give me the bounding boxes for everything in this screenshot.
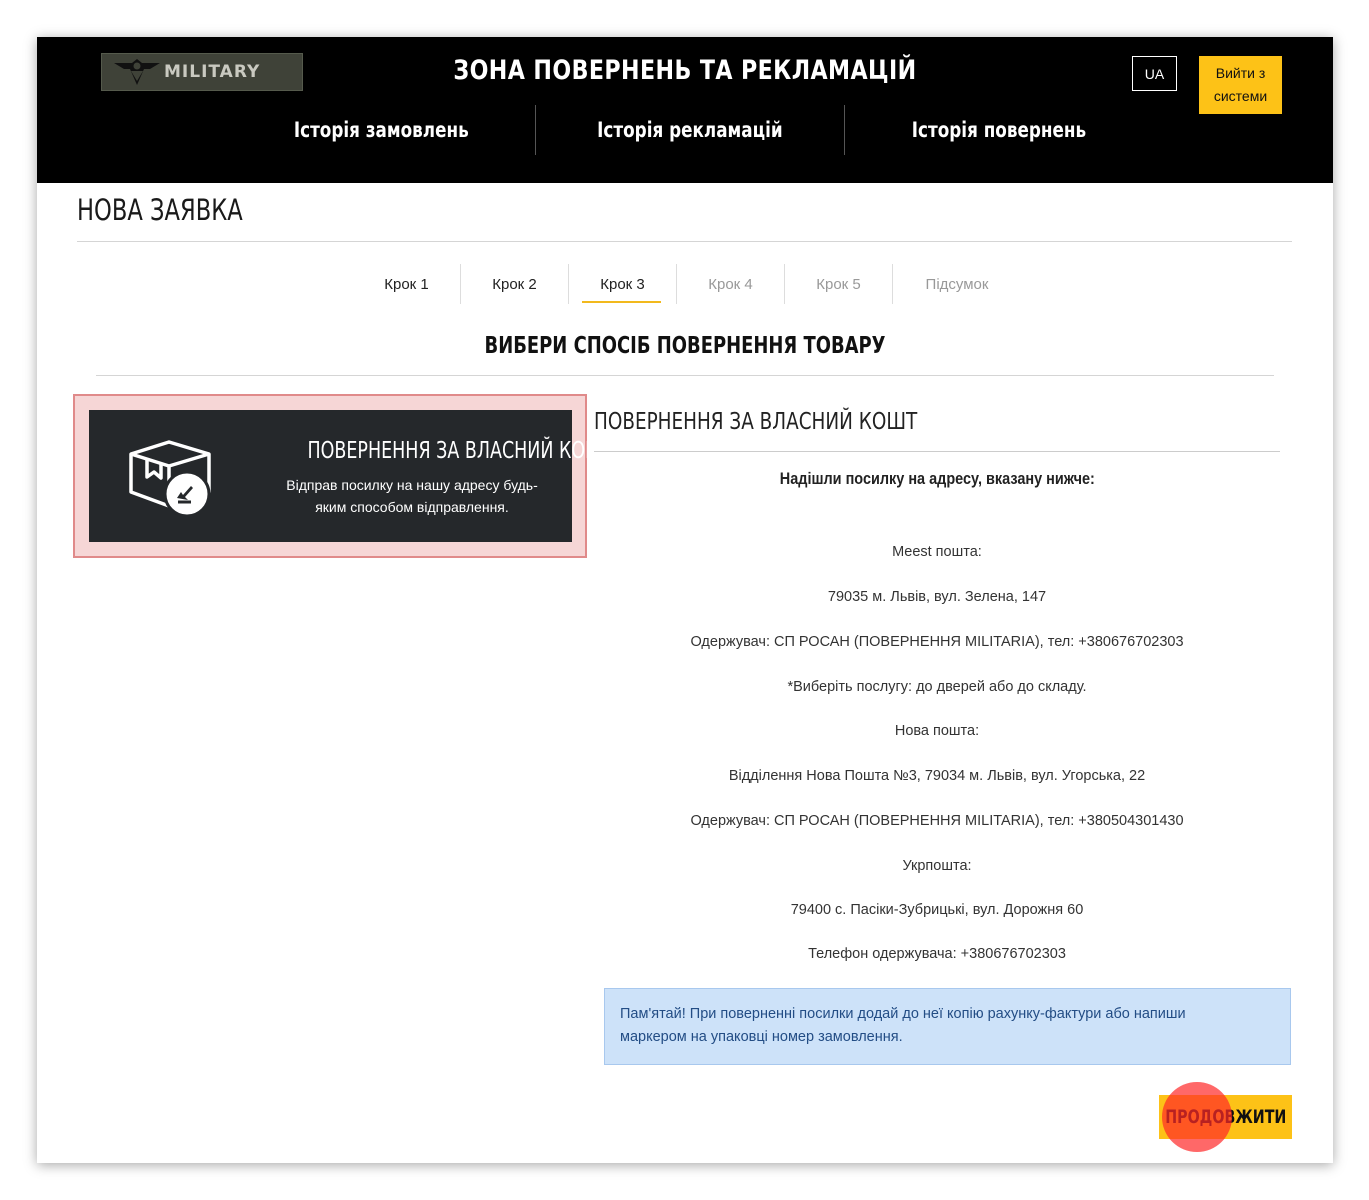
nav-order-history-label: Історія замовлень [293,118,469,142]
option-desc-line1: Відправ посилку на нашу адресу будь- [286,477,538,493]
page-frame: MILITARY ЗОНА ПОВЕРНЕНЬ ТА РЕКЛАМАЦІЙ UA… [37,37,1333,1163]
page-title: НОВА ЗАЯВКА [77,193,243,227]
option-description: Відправ посилку на нашу адресу будь- яки… [269,474,555,518]
step-3-tab[interactable]: Крок 3 [569,264,676,304]
logout-label-line2: системи [1213,88,1268,104]
nav-complaint-history-label: Історія рекламацій [597,118,783,142]
address-line: 79035 м. Львів, вул. Зелена, 147 [827,589,1047,605]
language-button[interactable]: UA [1132,56,1177,91]
address-line: *Виберіть послугу: до дверей або до скла… [787,679,1087,695]
details-title: ПОВЕРНЕННЯ ЗА ВЛАСНИЙ КОШТ [594,409,918,435]
summary-tab: Підсумок [925,275,989,293]
logout-label-line1: Вийти з [1215,65,1266,81]
details-subtitle-text: Надішли посилку на адресу, вказану нижче… [779,469,1095,488]
option-desc-line2: яким способом відправлення. [315,499,509,515]
section-heading: ВИБЕРИ СПОСІБ ПОВЕРНЕННЯ ТОВАРУ [37,333,1333,359]
address-line: 79400 с. Пасіки-Зубрицькі, вул. Дорожня … [790,902,1084,918]
divider [77,241,1292,242]
address-line: Одержувач: СП РОСАН (ПОВЕРНЕННЯ MILITARI… [690,634,1184,650]
address-line: Укрпошта: [902,858,972,874]
notice-line2: маркером на упаковці номер замовлення. [620,1029,903,1045]
option-title-text: ПОВЕРНЕННЯ ЗА ВЛАСНИЙ КОШТ [307,438,615,464]
step-tabs: Крок 1 Крок 2 Крок 3 Крок 4 Крок 5 Підсу… [353,264,1021,304]
site-header: MILITARY ЗОНА ПОВЕРНЕНЬ ТА РЕКЛАМАЦІЙ UA… [37,37,1333,183]
address-line: Телефон одержувача: +380676702303 [808,946,1066,962]
info-notice: Пам'ятай! При поверненні посилки додай д… [604,988,1291,1065]
notice-line1: Пам'ятай! При поверненні посилки додай д… [620,1006,1186,1022]
step-5-tab: Крок 5 [816,275,861,293]
box-return-icon [129,440,211,518]
step-4-tab: Крок 4 [708,275,753,293]
step-2-tab[interactable]: Крок 2 [461,264,568,304]
step-1-tab[interactable]: Крок 1 [353,264,460,304]
option-title: ПОВЕРНЕННЯ ЗА ВЛАСНИЙ КОШТ [259,438,614,464]
logout-button[interactable]: Вийти з системи [1199,56,1282,114]
site-title: ЗОНА ПОВЕРНЕНЬ ТА РЕКЛАМАЦІЙ [453,55,917,86]
nav-return-history[interactable]: Історія повернень [845,105,1153,155]
nav-return-history-label: Історія повернень [911,118,1087,142]
divider [96,375,1274,376]
details-subtitle: Надішли посилку на адресу, вказану нижче… [594,469,1280,489]
address-line: Відділення Нова Пошта №3, 79034 м. Львів… [728,768,1146,784]
nav-order-history[interactable]: Історія замовлень [227,105,535,155]
nav-complaint-history[interactable]: Історія рекламацій [536,105,844,155]
address-line: Meest пошта: [892,544,982,560]
return-option-card[interactable]: ПОВЕРНЕННЯ ЗА ВЛАСНИЙ КОШТ Відправ посил… [89,410,615,542]
section-heading-text: ВИБЕРИ СПОСІБ ПОВЕРНЕННЯ ТОВАРУ [484,333,886,359]
main-nav: Історія замовлень Історія рекламацій Іст… [227,105,1153,155]
divider [594,451,1280,452]
address-line: Нова пошта: [894,723,980,739]
address-line: Одержувач: СП РОСАН (ПОВЕРНЕННЯ MILITARI… [690,813,1184,829]
continue-button-label: ПРОДОВЖИТИ [1164,1106,1287,1128]
continue-button[interactable]: ПРОДОВЖИТИ [1159,1095,1292,1139]
